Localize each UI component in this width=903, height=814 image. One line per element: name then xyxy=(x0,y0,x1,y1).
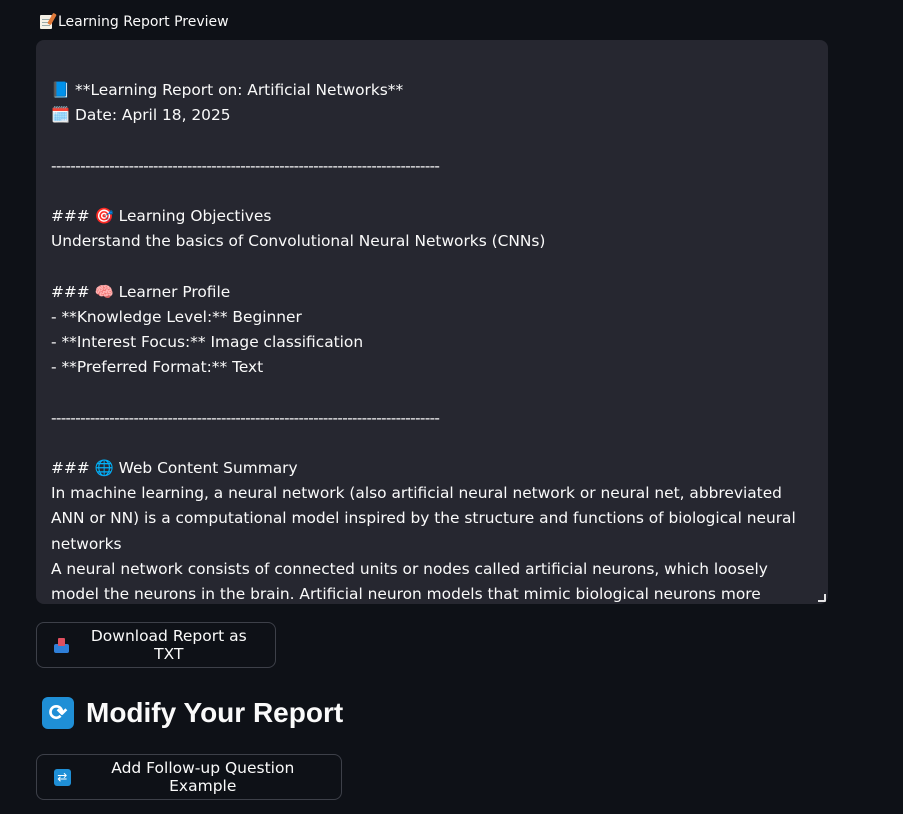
report-preview-label: Learning Report Preview xyxy=(40,12,229,32)
report-preview-label-text: Learning Report Preview xyxy=(58,14,229,30)
report-line: Understand the basics of Convolutional N… xyxy=(51,232,546,251)
add-follow-up-question-button[interactable]: ⇄ Add Follow-up Question Example xyxy=(36,754,342,800)
repeat-icon: ⇄ xyxy=(54,768,71,786)
report-line: 🗓️ Date: April 18, 2025 xyxy=(51,106,231,125)
report-line: - **Preferred Format:** Text xyxy=(51,358,264,377)
download-report-button[interactable]: Download Report as TXT xyxy=(36,622,276,668)
download-report-button-label: Download Report as TXT xyxy=(90,627,247,663)
report-line xyxy=(51,380,804,405)
report-line: ----------------------------------------… xyxy=(51,408,440,427)
report-preview-textarea[interactable]: 📘 **Learning Report on: Artificial Netwo… xyxy=(36,40,828,604)
modify-report-heading-text: Modify Your Report xyxy=(86,697,344,728)
report-line: In machine learning, a neural network (a… xyxy=(51,484,801,553)
refresh-icon: ⟳ xyxy=(42,697,74,729)
textarea-resize-handle[interactable] xyxy=(818,594,826,602)
report-line: - **Knowledge Level:** Beginner xyxy=(51,307,302,326)
report-text-content[interactable]: 📘 **Learning Report on: Artificial Netwo… xyxy=(51,78,804,604)
inbox-tray-icon xyxy=(54,637,69,653)
report-line: 📘 **Learning Report on: Artificial Netwo… xyxy=(51,81,404,99)
modify-report-heading: ⟳ Modify Your Report xyxy=(42,697,343,729)
report-line: ### 🧠 Learner Profile xyxy=(51,282,231,301)
add-follow-up-question-button-label: Add Follow-up Question Example xyxy=(111,759,295,795)
report-line xyxy=(51,254,804,279)
report-line: ### 🌐 Web Content Summary xyxy=(51,458,298,477)
report-line xyxy=(51,179,804,204)
memo-icon xyxy=(40,15,52,29)
report-line: A neural network consists of connected u… xyxy=(51,559,768,603)
report-line: - **Interest Focus:** Image classificati… xyxy=(51,332,364,351)
report-line xyxy=(51,128,804,153)
report-line: ### 🎯 Learning Objectives xyxy=(51,206,272,225)
report-line xyxy=(51,431,804,456)
report-line: ----------------------------------------… xyxy=(51,156,440,175)
